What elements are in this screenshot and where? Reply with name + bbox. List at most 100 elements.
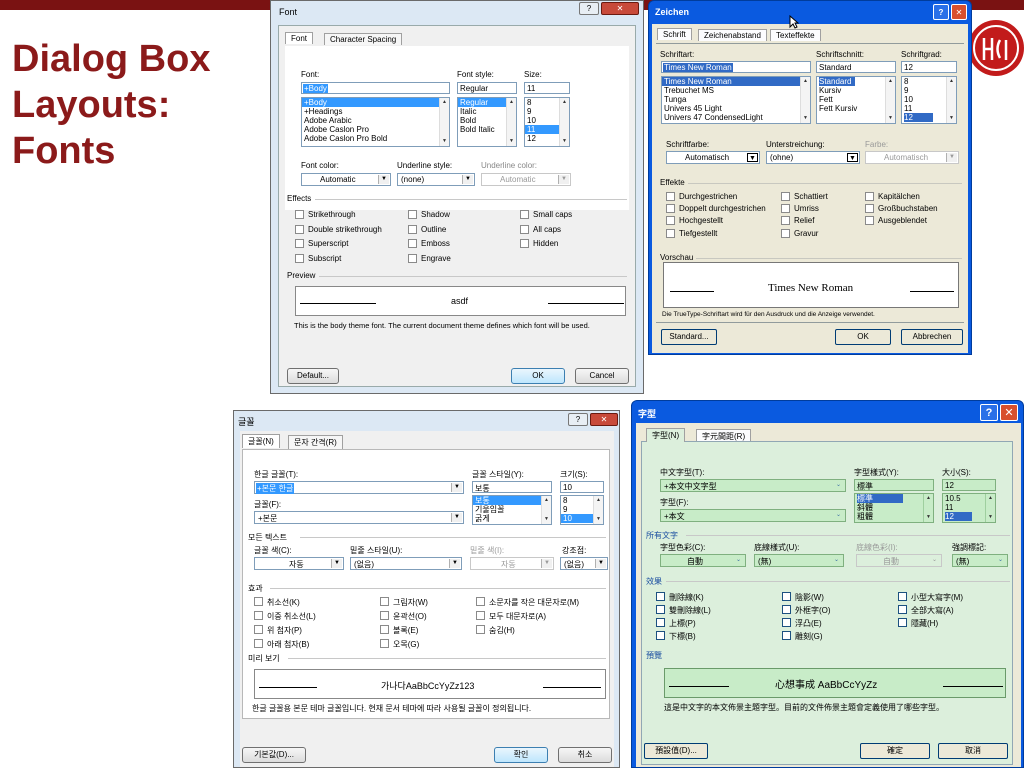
checkbox-gravur[interactable]: [781, 229, 790, 238]
list-item[interactable]: Adobe Caslon Pro: [302, 125, 449, 134]
scroll-down-icon[interactable]: ▼: [507, 137, 516, 146]
scrollbar[interactable]: ▲ ▼: [985, 494, 995, 522]
close-button[interactable]: ✕: [590, 413, 618, 426]
size-input[interactable]: 10: [560, 481, 604, 493]
scroll-up-icon[interactable]: ▲: [886, 77, 895, 86]
chevron-down-icon[interactable]: ▼: [331, 559, 342, 568]
scroll-down-icon[interactable]: ▼: [947, 114, 956, 123]
font-style-list[interactable]: Standard Kursiv Fett Fett Kursiv ▲ ▼: [816, 76, 896, 124]
list-item[interactable]: Trebuchet MS: [662, 86, 810, 95]
underline-style-dropdown[interactable]: (없음) ▼: [350, 557, 462, 570]
scrollbar[interactable]: ▲ ▼: [541, 496, 551, 524]
chevron-down-icon[interactable]: ▼: [378, 175, 389, 184]
help-button[interactable]: ?: [980, 404, 998, 421]
checkbox-hidden[interactable]: [476, 625, 485, 634]
font-style-input[interactable]: Standard: [816, 61, 896, 73]
chevron-down-icon[interactable]: ⌄: [833, 481, 844, 490]
checkbox-all-caps[interactable]: [898, 605, 907, 614]
chevron-down-icon[interactable]: ▼: [847, 153, 858, 162]
checkbox-hochgestellt[interactable]: [666, 216, 675, 225]
checkbox-engrave[interactable]: [380, 639, 389, 648]
font-dropdown[interactable]: +본문 ▼: [254, 511, 464, 524]
cjk-font-dropdown[interactable]: +本文中文字型 ⌄: [660, 479, 846, 492]
underline-color-dropdown[interactable]: Automatisch ▼: [865, 151, 959, 164]
chevron-down-icon[interactable]: ⌄: [929, 556, 940, 565]
scrollbar[interactable]: ▲ ▼: [506, 98, 516, 146]
checkbox-shadow[interactable]: [408, 210, 417, 219]
scroll-up-icon[interactable]: ▲: [986, 494, 995, 503]
cancel-button[interactable]: Cancel: [575, 368, 629, 384]
close-button[interactable]: ✕: [1000, 404, 1018, 421]
checkbox-emboss[interactable]: [380, 625, 389, 634]
scroll-up-icon[interactable]: ▲: [924, 494, 933, 503]
scroll-up-icon[interactable]: ▲: [507, 98, 516, 107]
tab-font[interactable]: 글꼴(N): [242, 434, 280, 448]
chevron-down-icon[interactable]: ⌄: [831, 556, 842, 565]
checkbox-hidden[interactable]: [898, 618, 907, 627]
ok-button[interactable]: OK: [835, 329, 891, 345]
checkbox-grossbuchstaben[interactable]: [865, 204, 874, 213]
chevron-down-icon[interactable]: ▼: [462, 175, 473, 184]
checkbox-emboss[interactable]: [782, 618, 791, 627]
underline-style-dropdown[interactable]: (無) ⌄: [754, 554, 844, 567]
scroll-down-icon[interactable]: ▼: [440, 137, 449, 146]
ok-button[interactable]: 확인: [494, 747, 548, 763]
chevron-down-icon[interactable]: ▼: [449, 559, 460, 568]
list-item[interactable]: 굵게: [473, 514, 551, 523]
font-input[interactable]: Times New Roman: [661, 61, 811, 73]
list-item[interactable]: +Headings: [302, 107, 449, 116]
scroll-up-icon[interactable]: ▲: [560, 98, 569, 107]
checkbox-superscript[interactable]: [254, 625, 263, 634]
checkbox-superscript[interactable]: [295, 239, 304, 248]
list-item[interactable]: Tunga: [662, 95, 810, 104]
tab-character-spacing[interactable]: Character Spacing: [324, 33, 403, 45]
font-style-list[interactable]: 보통 기울임꼴 굵게 ▲ ▼: [472, 495, 552, 525]
default-button[interactable]: Standard...: [661, 329, 717, 345]
font-input[interactable]: +Body: [301, 82, 450, 94]
underline-style-dropdown[interactable]: (none) ▼: [397, 173, 475, 186]
checkbox-outline[interactable]: [782, 605, 791, 614]
underline-color-dropdown[interactable]: 자동 ▼: [470, 557, 554, 570]
scrollbar[interactable]: ▲ ▼: [946, 77, 956, 123]
size-list[interactable]: 10.5 11 12 ▲ ▼: [942, 493, 996, 523]
checkbox-small-caps[interactable]: [898, 592, 907, 601]
chevron-down-icon[interactable]: ⌄: [995, 556, 1006, 565]
tab-zeichenabstand[interactable]: Zeichenabstand: [698, 29, 767, 41]
font-color-dropdown[interactable]: 自動 ⌄: [660, 554, 746, 567]
scroll-up-icon[interactable]: ▲: [440, 98, 449, 107]
checkbox-subscript[interactable]: [254, 639, 263, 648]
ok-button[interactable]: 確定: [860, 743, 930, 759]
chevron-down-icon[interactable]: ▼: [451, 513, 462, 522]
checkbox-shadow[interactable]: [380, 597, 389, 606]
font-dropdown[interactable]: +本文 ⌄: [660, 509, 846, 522]
cancel-button[interactable]: Abbrechen: [901, 329, 963, 345]
checkbox-strikethrough[interactable]: [295, 210, 304, 219]
checkbox-small-caps[interactable]: [520, 210, 529, 219]
font-style-input[interactable]: 標準: [854, 479, 934, 491]
list-item[interactable]: Adobe Arabic: [302, 116, 449, 125]
default-button[interactable]: 기본값(D)...: [242, 747, 306, 763]
checkbox-strikethrough[interactable]: [254, 597, 263, 606]
checkbox-all-caps[interactable]: [520, 225, 529, 234]
tab-font[interactable]: Font: [285, 32, 314, 44]
close-button[interactable]: ✕: [601, 2, 639, 15]
cancel-button[interactable]: 取消: [938, 743, 1008, 759]
font-list[interactable]: +Body +Headings Adobe Arabic Adobe Caslo…: [301, 97, 450, 147]
chevron-down-icon[interactable]: ▼: [451, 483, 462, 492]
checkbox-durchgestrichen[interactable]: [666, 192, 675, 201]
scrollbar[interactable]: ▲ ▼: [559, 98, 569, 146]
underline-color-dropdown[interactable]: 自動 ⌄: [856, 554, 942, 567]
hangul-font-dropdown[interactable]: +본문 한글 ▼: [254, 481, 464, 494]
checkbox-relief[interactable]: [781, 216, 790, 225]
checkbox-shadow[interactable]: [782, 592, 791, 601]
emphasis-dropdown[interactable]: (없음) ▼: [560, 557, 608, 570]
scroll-up-icon[interactable]: ▲: [542, 496, 551, 505]
list-item[interactable]: 12: [945, 512, 972, 521]
checkbox-emboss[interactable]: [408, 239, 417, 248]
ok-button[interactable]: OK: [511, 368, 565, 384]
size-list[interactable]: 8 9 10 11 12 ▲ ▼: [524, 97, 570, 147]
checkbox-all-caps[interactable]: [476, 611, 485, 620]
scrollbar[interactable]: ▲ ▼: [923, 494, 933, 522]
font-list[interactable]: Times New Roman Trebuchet MS Tunga Unive…: [661, 76, 811, 124]
list-item[interactable]: Fett: [817, 95, 895, 104]
